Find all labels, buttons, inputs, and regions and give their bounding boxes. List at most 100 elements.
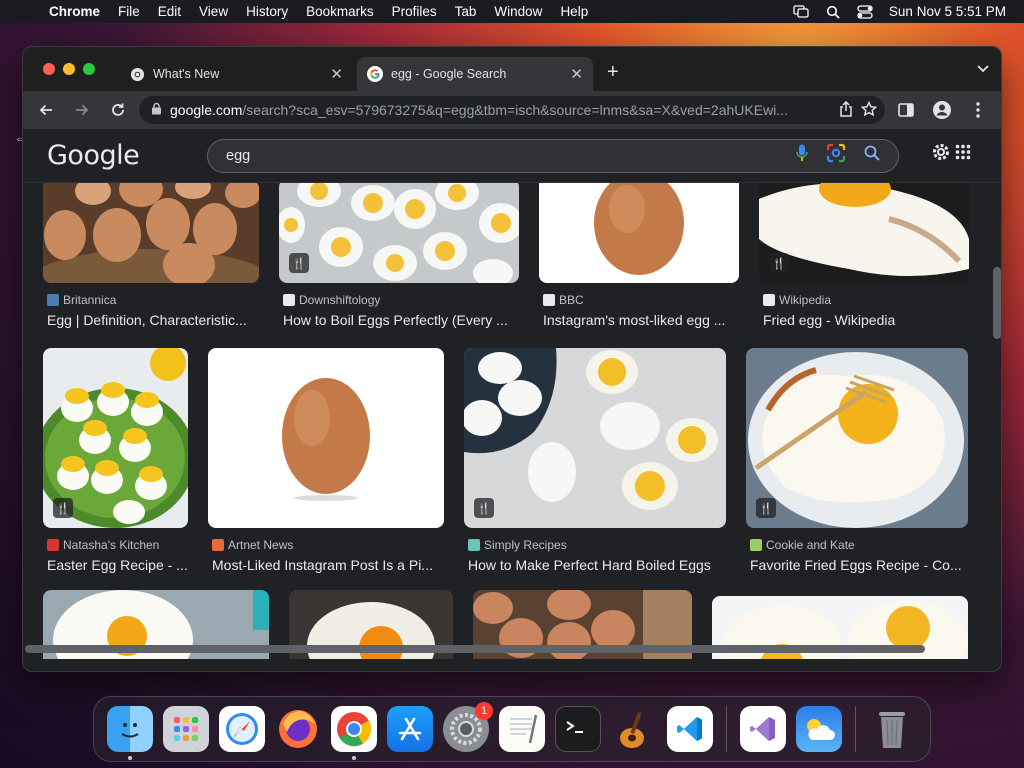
garageband-guitar-icon[interactable] bbox=[611, 706, 657, 752]
result-source[interactable]: Cookie and Kate bbox=[750, 538, 855, 552]
horizontal-scrollbar[interactable] bbox=[25, 645, 925, 653]
firefox-icon[interactable] bbox=[275, 706, 321, 752]
browser-toolbar: google.com /search?sca_esv=579673275&q=e… bbox=[23, 91, 1001, 129]
simply-recipes-favicon-icon bbox=[468, 539, 480, 551]
running-indicator bbox=[352, 756, 356, 760]
result-title[interactable]: Fried egg - Wikipedia bbox=[763, 312, 969, 328]
close-tab-icon[interactable]: ✕ bbox=[570, 65, 583, 83]
bbc-favicon-icon bbox=[543, 294, 555, 306]
menu-file[interactable]: File bbox=[109, 4, 149, 19]
menubar-clock[interactable]: Sun Nov 5 5:51 PM bbox=[889, 4, 1006, 19]
forward-arrow-icon[interactable] bbox=[67, 95, 97, 125]
app-store-icon[interactable] bbox=[387, 706, 433, 752]
more-menu-icon[interactable] bbox=[963, 95, 993, 125]
tab-search-chevron-down-icon[interactable] bbox=[977, 61, 989, 76]
settings-gear-icon[interactable] bbox=[931, 142, 951, 167]
result-title[interactable]: Favorite Fried Eggs Recipe - Co... bbox=[750, 557, 968, 573]
google-lens-camera-icon[interactable] bbox=[826, 143, 846, 168]
site-info-lock-icon[interactable] bbox=[151, 102, 162, 118]
result-image[interactable]: 🍴 bbox=[746, 348, 968, 528]
menu-app-name[interactable]: Chrome bbox=[40, 4, 109, 19]
source-name: Simply Recipes bbox=[484, 538, 567, 552]
url-host: google.com bbox=[170, 102, 243, 118]
launchpad-icon[interactable] bbox=[163, 706, 209, 752]
result-title[interactable]: Most-Liked Instagram Post Is a Pi... bbox=[212, 557, 444, 573]
back-arrow-icon[interactable] bbox=[31, 95, 61, 125]
visual-studio-icon[interactable] bbox=[740, 706, 786, 752]
result-source[interactable]: Natasha's Kitchen bbox=[47, 538, 159, 552]
profile-avatar-icon[interactable] bbox=[927, 95, 957, 125]
result-image[interactable]: 🍴 bbox=[279, 183, 519, 283]
side-panel-icon[interactable] bbox=[891, 95, 921, 125]
safari-icon[interactable] bbox=[219, 706, 265, 752]
result-image[interactable]: 🍴 bbox=[759, 183, 969, 283]
new-tab-button[interactable]: + bbox=[607, 61, 619, 84]
address-bar[interactable]: google.com /search?sca_esv=579673275&q=e… bbox=[139, 96, 885, 124]
tab-egg-google-search[interactable]: egg - Google Search ✕ bbox=[357, 57, 593, 91]
menu-bookmarks[interactable]: Bookmarks bbox=[297, 4, 383, 19]
menu-window[interactable]: Window bbox=[485, 4, 551, 19]
chrome-favicon-icon bbox=[129, 66, 145, 82]
result-source[interactable]: Downshiftology bbox=[283, 293, 380, 307]
result-source[interactable]: Wikipedia bbox=[763, 293, 831, 307]
terminal-icon[interactable] bbox=[555, 706, 601, 752]
visual-studio-code-icon[interactable] bbox=[667, 706, 713, 752]
finder-icon[interactable] bbox=[107, 706, 153, 760]
result-image[interactable]: 🍴 bbox=[464, 348, 726, 528]
search-box[interactable] bbox=[207, 138, 899, 173]
source-name: Downshiftology bbox=[299, 293, 381, 307]
result-source[interactable]: BBC bbox=[543, 293, 584, 307]
result-image[interactable] bbox=[43, 183, 259, 283]
menu-profiles[interactable]: Profiles bbox=[383, 4, 446, 19]
close-tab-icon[interactable]: ✕ bbox=[330, 65, 343, 83]
close-window-button[interactable] bbox=[43, 63, 55, 75]
control-center-icon[interactable] bbox=[857, 4, 873, 19]
recipe-fork-knife-icon: 🍴 bbox=[53, 498, 73, 518]
voice-search-mic-icon[interactable] bbox=[796, 144, 808, 167]
search-magnifier-icon[interactable] bbox=[864, 145, 880, 166]
google-logo[interactable]: Google bbox=[47, 140, 187, 171]
menu-edit[interactable]: Edit bbox=[149, 4, 190, 19]
tab-strip: What's New ✕ egg - Google Search ✕ + bbox=[23, 47, 1001, 91]
screen-mirroring-icon[interactable] bbox=[793, 4, 809, 19]
dock: 1 bbox=[93, 696, 931, 762]
minimize-window-button[interactable] bbox=[63, 63, 75, 75]
result-image[interactable] bbox=[208, 348, 444, 528]
system-settings-gear-icon[interactable]: 1 bbox=[443, 702, 493, 752]
menu-view[interactable]: View bbox=[190, 4, 237, 19]
textedit-icon[interactable] bbox=[499, 706, 545, 752]
source-name: Cookie and Kate bbox=[766, 538, 855, 552]
source-name: Wikipedia bbox=[779, 293, 832, 307]
image-results-grid: Britannica Egg | Definition, Characteris… bbox=[23, 183, 1001, 659]
bookmark-star-icon[interactable] bbox=[860, 100, 878, 120]
result-title[interactable]: How to Boil Eggs Perfectly (Every ... bbox=[283, 312, 517, 328]
result-image[interactable] bbox=[539, 183, 739, 283]
result-title[interactable]: Instagram's most-liked egg ... bbox=[543, 312, 739, 328]
tab-whats-new[interactable]: What's New ✕ bbox=[119, 57, 353, 91]
vertical-scrollbar[interactable] bbox=[993, 267, 1001, 339]
britannica-favicon-icon bbox=[47, 294, 59, 306]
weather-icon[interactable] bbox=[796, 706, 842, 752]
share-icon[interactable] bbox=[839, 100, 853, 120]
recipe-fork-knife-icon: 🍴 bbox=[289, 253, 309, 273]
result-source[interactable]: Simply Recipes bbox=[468, 538, 567, 552]
wikipedia-favicon-icon bbox=[763, 294, 775, 306]
menu-history[interactable]: History bbox=[237, 4, 297, 19]
result-title[interactable]: Easter Egg Recipe - ... bbox=[47, 557, 188, 573]
reload-icon[interactable] bbox=[103, 95, 133, 125]
chrome-icon[interactable] bbox=[331, 706, 377, 760]
google-apps-grid-icon[interactable] bbox=[955, 144, 971, 165]
search-input[interactable] bbox=[226, 147, 796, 164]
menu-help[interactable]: Help bbox=[551, 4, 597, 19]
result-source[interactable]: Artnet News bbox=[212, 538, 293, 552]
spotlight-search-icon[interactable] bbox=[825, 5, 841, 19]
result-title[interactable]: How to Make Perfect Hard Boiled Eggs bbox=[468, 557, 726, 573]
result-title[interactable]: Egg | Definition, Characteristic... bbox=[47, 312, 259, 328]
result-source[interactable]: Britannica bbox=[47, 293, 116, 307]
trash-icon[interactable] bbox=[869, 706, 915, 752]
artnet-news-favicon-icon bbox=[212, 539, 224, 551]
url-path: /search?sca_esv=579673275&q=egg&tbm=isch… bbox=[242, 102, 788, 118]
zoom-window-button[interactable] bbox=[83, 63, 95, 75]
menu-tab[interactable]: Tab bbox=[446, 4, 486, 19]
result-image[interactable]: 🍴 bbox=[43, 348, 188, 528]
